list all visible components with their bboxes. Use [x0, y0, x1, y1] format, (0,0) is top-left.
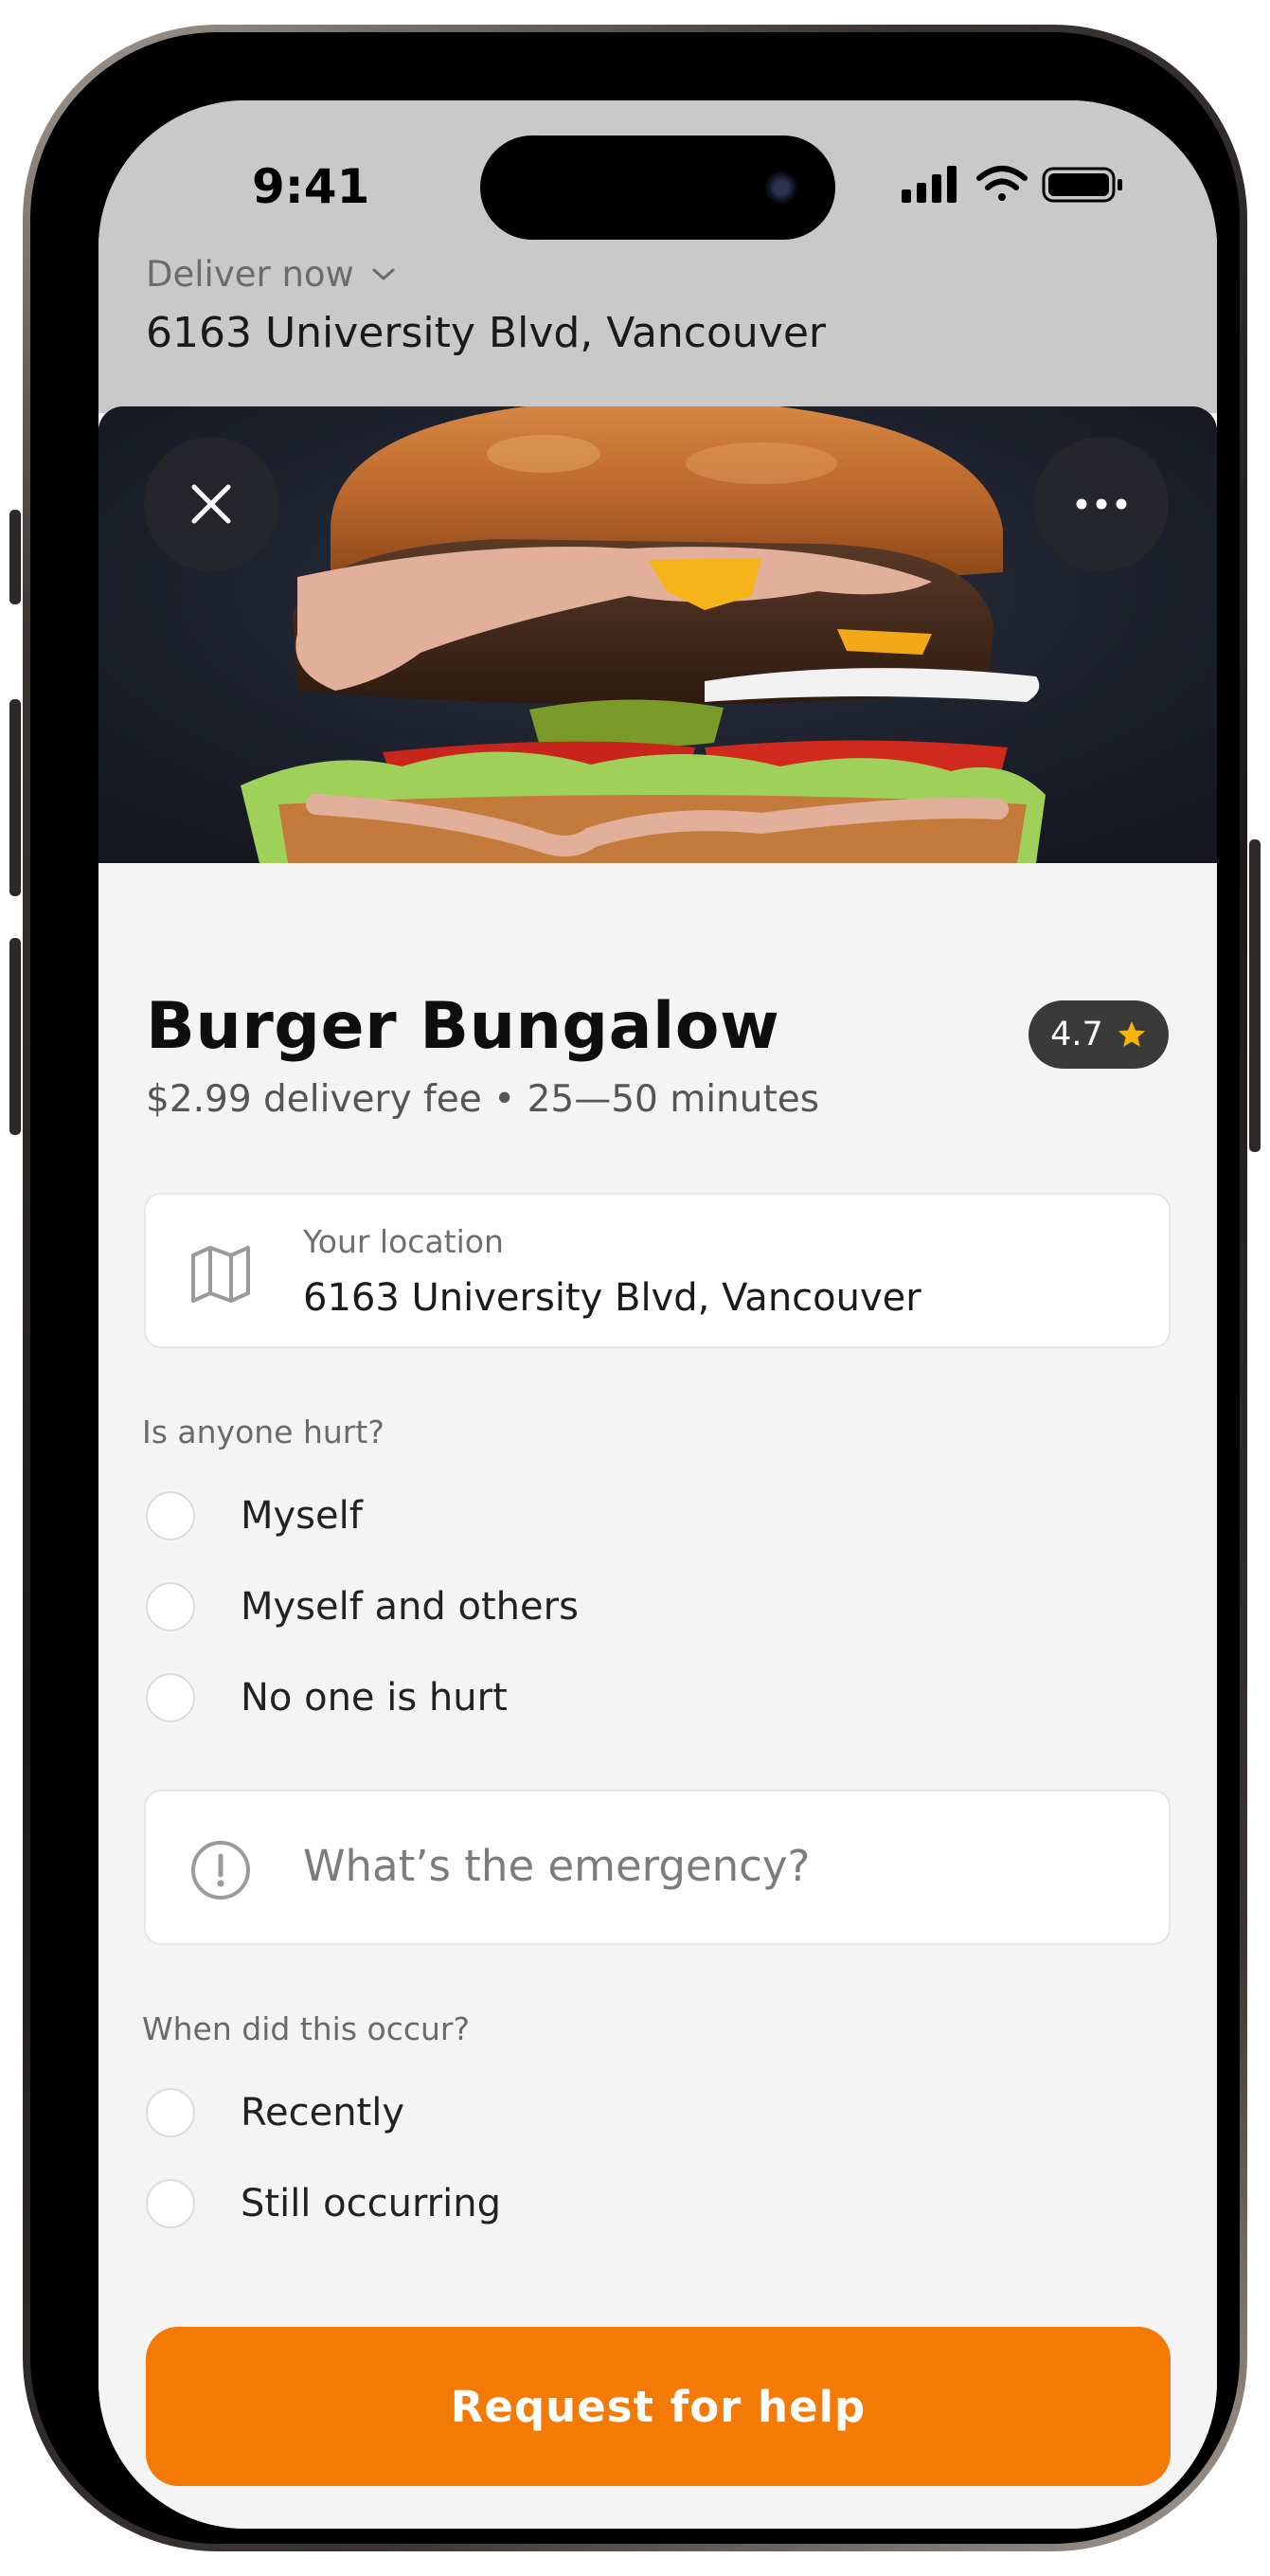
radio-button[interactable]: [146, 1491, 195, 1540]
wifi-icon: [976, 166, 1028, 201]
rating-badge: 4.7: [1029, 1000, 1169, 1069]
restaurant-name: Burger Bungalow: [146, 989, 780, 1064]
battery-icon: [1042, 167, 1122, 203]
star-icon: [1118, 1021, 1145, 1047]
more-icon: [1076, 498, 1127, 510]
radio-option-still-occurring[interactable]: Still occurring: [146, 2179, 501, 2228]
camera-icon: [765, 171, 797, 204]
radio-label: Myself and others: [241, 1585, 579, 1629]
close-button[interactable]: [144, 437, 278, 571]
phone-frame: 9:41 Deliver now 6163 University Blvd, V…: [9, 25, 1261, 2551]
action-button: [9, 510, 21, 604]
request-help-button[interactable]: Request for help: [146, 2327, 1171, 2486]
radio-option-myself[interactable]: Myself: [146, 1491, 363, 1540]
hurt-question-label: Is anyone hurt?: [142, 1414, 385, 1450]
radio-label: Recently: [241, 2091, 405, 2135]
location-label: Your location: [303, 1223, 504, 1260]
delivery-details: $2.99 delivery fee • 25—50 minutes: [146, 1078, 820, 1121]
location-card[interactable]: Your location 6163 University Blvd, Vanc…: [144, 1193, 1171, 1348]
cellular-signal-icon: [902, 166, 957, 203]
delivery-mode-label: Deliver now: [146, 254, 354, 295]
delivery-mode-selector[interactable]: Deliver now: [146, 254, 396, 295]
status-icons: [902, 166, 1122, 203]
radio-option-recently[interactable]: Recently: [146, 2088, 404, 2137]
emergency-input[interactable]: What’s the emergency?: [144, 1790, 1171, 1945]
chevron-down-icon: [372, 268, 395, 279]
radio-button[interactable]: [146, 1582, 195, 1631]
radio-label: Myself: [241, 1494, 363, 1538]
volume-down-button: [9, 938, 21, 1135]
radio-button[interactable]: [146, 2088, 195, 2137]
alert-icon: [191, 1841, 250, 1900]
radio-label: Still occurring: [241, 2182, 501, 2225]
radio-option-no-one-hurt[interactable]: No one is hurt: [146, 1673, 508, 1722]
radio-button[interactable]: [146, 2179, 195, 2228]
status-time: 9:41: [252, 159, 370, 214]
emergency-placeholder: What’s the emergency?: [303, 1841, 811, 1891]
more-options-button[interactable]: [1034, 437, 1169, 571]
rating-value: 4.7: [1050, 1016, 1103, 1054]
app-screen: 9:41 Deliver now 6163 University Blvd, V…: [98, 100, 1217, 2529]
radio-label: No one is hurt: [241, 1676, 508, 1720]
hero-image: [98, 406, 1217, 863]
when-question-label: When did this occur?: [142, 2010, 470, 2047]
volume-up-button: [9, 699, 21, 896]
dynamic-island: [480, 135, 835, 240]
radio-option-myself-and-others[interactable]: Myself and others: [146, 1582, 579, 1631]
location-value: 6163 University Blvd, Vancouver: [303, 1276, 921, 1320]
map-icon: [191, 1246, 250, 1303]
close-icon: [191, 484, 231, 524]
radio-button[interactable]: [146, 1673, 195, 1722]
delivery-address[interactable]: 6163 University Blvd, Vancouver: [146, 309, 826, 357]
power-button: [1249, 839, 1261, 1152]
